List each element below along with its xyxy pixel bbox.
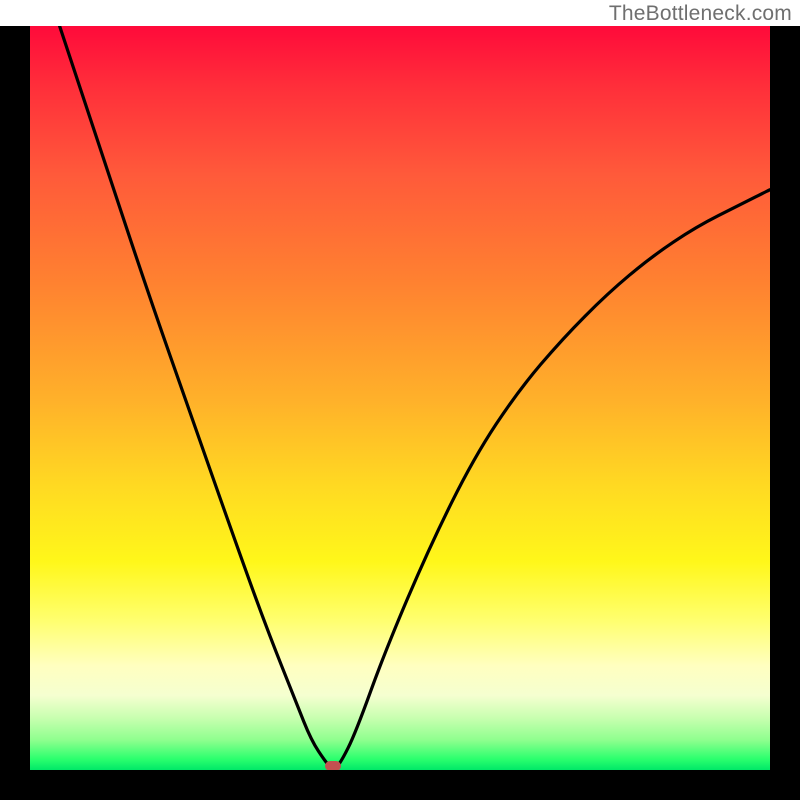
plot-frame	[0, 26, 800, 800]
chart-root: TheBottleneck.com	[0, 0, 800, 800]
plot-area	[30, 26, 770, 770]
optimum-marker	[325, 761, 341, 770]
curve-path	[60, 26, 770, 768]
attribution-text: TheBottleneck.com	[609, 2, 792, 26]
bottleneck-curve	[30, 26, 770, 770]
